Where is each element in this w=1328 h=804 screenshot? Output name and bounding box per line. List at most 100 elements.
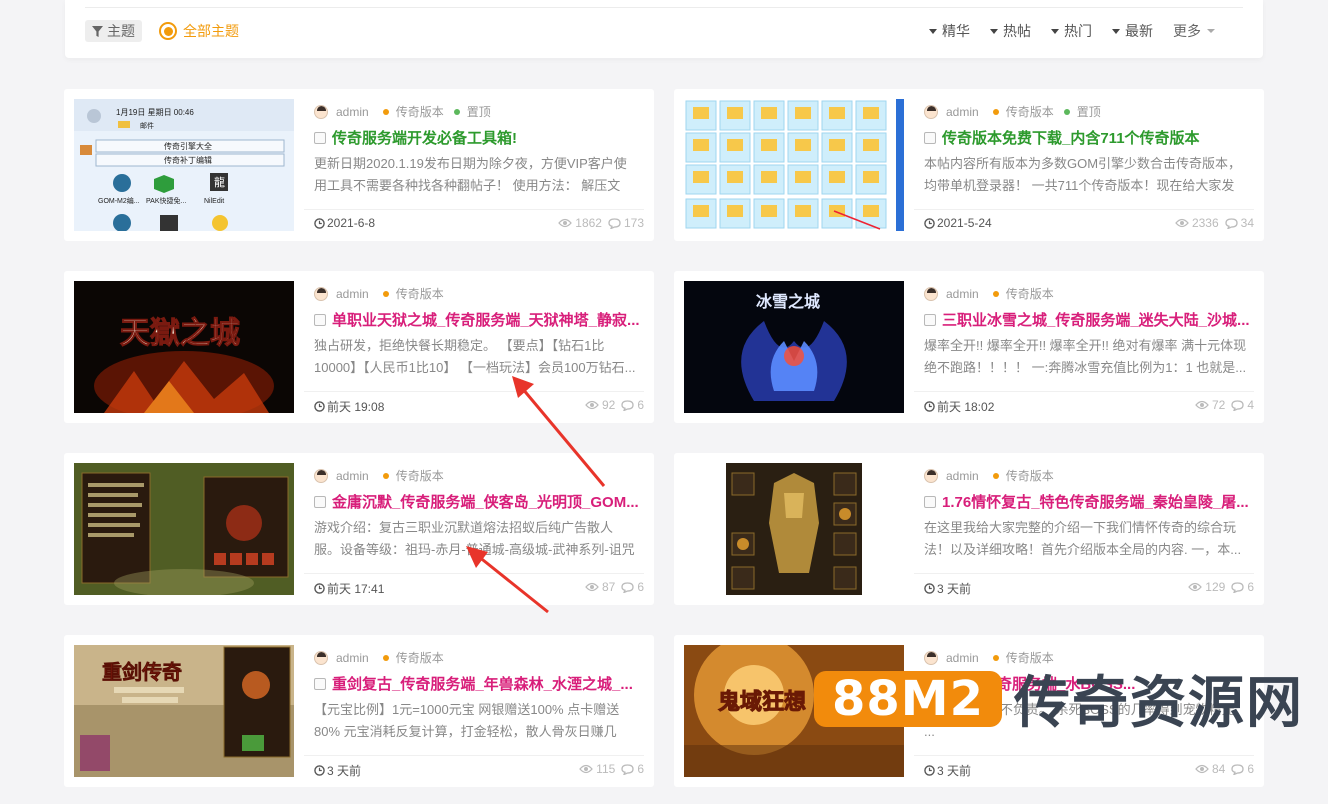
clock-icon — [924, 583, 935, 594]
sort-label: 最新 — [1125, 23, 1153, 39]
post-stats: 1862 173 — [558, 216, 644, 230]
post-excerpt: 游戏介绍：复古三职业沉默道熔法招蚁后纯广告散人服。设备等级：祖玛-赤月-普通城-… — [314, 520, 635, 557]
post-info: admin 传奇版本 重剑复古_传奇服务端_年兽森林_水湮之城_... 【元宝比… — [304, 635, 644, 787]
sort-hot-posts[interactable]: 热帖 — [990, 20, 1031, 42]
views-stat: 72 — [1195, 398, 1225, 412]
post-card: 天獄之城 admin 传奇版本 单职业天狱之城_传奇服务端_天狱神塔_静寂...… — [64, 271, 654, 423]
sort-latest[interactable]: 最新 — [1112, 20, 1153, 42]
post-title-link[interactable]: 单职业天狱之城_传奇服务端_天狱神塔_静寂... — [314, 309, 644, 330]
sticky-dot-icon — [1063, 108, 1070, 115]
post-excerpt: 爆率全开!! 爆率全开!! 爆率全开!! 绝对有爆率 满十元体现绝不跑路！！！！… — [924, 338, 1247, 375]
avatar[interactable] — [924, 468, 938, 483]
comments-stat: 34 — [1224, 216, 1254, 230]
post-thumbnail[interactable]: 天獄之城 — [74, 281, 294, 413]
checkbox-icon — [314, 131, 326, 144]
sort-digest[interactable]: 精华 — [929, 20, 970, 42]
category-link[interactable]: 传奇版本 — [396, 103, 444, 120]
caret-down-icon — [990, 28, 998, 34]
post-thumbnail[interactable] — [74, 463, 294, 595]
post-footer: 3 天前 115 6 — [304, 755, 644, 778]
eye-icon — [1195, 764, 1209, 774]
post-date: 前天 18:02 — [924, 398, 994, 415]
post-date: 2021-5-24 — [924, 216, 992, 230]
category-dot-icon — [382, 472, 389, 479]
game-logo-text: 冰雪之城 — [756, 292, 820, 311]
views-stat: 2336 — [1175, 216, 1219, 230]
author-link[interactable]: admin — [946, 105, 979, 119]
caret-down-icon — [1051, 28, 1059, 34]
views-count: 129 — [1205, 580, 1226, 594]
post-thumbnail[interactable] — [684, 463, 904, 595]
author-link[interactable]: admin — [336, 105, 369, 119]
sort-popular[interactable]: 热门 — [1051, 20, 1092, 42]
character-equipment-image — [684, 463, 904, 595]
post-title-link[interactable]: 1.76情怀复古_特色传奇服务端_秦始皇陵_屠... — [924, 491, 1254, 512]
folder-grid-image — [684, 99, 904, 231]
comments-count: 173 — [623, 216, 644, 230]
category-link[interactable]: 传奇版本 — [1006, 285, 1054, 302]
post-thumbnail[interactable]: 冰雪之城 — [684, 281, 904, 413]
watermark-text: 传奇资源网 — [1013, 671, 1304, 734]
avatar[interactable] — [314, 468, 328, 483]
date-text: 3 天前 — [937, 582, 972, 596]
post-meta: admin 传奇版本 — [924, 467, 1054, 484]
avatar[interactable] — [314, 650, 328, 665]
post-info: admin 传奇版本 单职业天狱之城_传奇服务端_天狱神塔_静寂... 独占研发… — [304, 271, 644, 423]
clock-icon — [924, 217, 935, 229]
post-title-link[interactable]: 传奇服务端开发必备工具箱! — [314, 127, 644, 148]
comments-count: 6 — [1247, 762, 1254, 776]
post-stats: 84 6 — [1195, 762, 1254, 776]
comments-stat: 6 — [1231, 580, 1254, 594]
post-title-link[interactable]: 金庸沉默_传奇服务端_侠客岛_光明顶_GOM... — [314, 491, 644, 512]
all-topics-option[interactable]: 全部主题 — [159, 20, 239, 42]
category-link[interactable]: 传奇版本 — [396, 285, 444, 302]
category-dot-icon — [992, 290, 999, 297]
category-link[interactable]: 传奇版本 — [396, 467, 444, 484]
avatar[interactable] — [314, 286, 328, 301]
game-logo-text: 重剑传奇 — [102, 660, 182, 684]
category-link[interactable]: 传奇版本 — [1006, 103, 1054, 120]
post-title-link[interactable]: 重剑复古_传奇服务端_年兽森林_水湮之城_... — [314, 673, 644, 694]
checkbox-icon — [314, 677, 326, 690]
post-thumbnail[interactable] — [684, 99, 904, 231]
author-link[interactable]: admin — [336, 469, 369, 483]
views-stat: 115 — [579, 762, 615, 776]
post-meta: admin 传奇版本 — [314, 649, 444, 666]
post-stats: 2336 34 — [1175, 216, 1254, 230]
topic-filter-tag[interactable]: 主题 — [85, 20, 142, 42]
date-text: 前天 17:41 — [327, 582, 385, 596]
app-label: GOM-M2编... — [98, 196, 140, 205]
author-link[interactable]: admin — [336, 651, 369, 665]
category-link[interactable]: 传奇版本 — [396, 649, 444, 666]
sticky-badge: 置顶 — [1076, 105, 1101, 119]
checkbox-icon — [924, 313, 936, 326]
post-title-link[interactable]: 三职业冰雪之城_传奇服务端_迷失大陆_沙城... — [924, 309, 1254, 330]
post-stats: 115 6 — [579, 762, 644, 776]
author-link[interactable]: admin — [336, 287, 369, 301]
views-count: 2336 — [1191, 216, 1219, 230]
clock-icon — [314, 217, 325, 229]
views-count: 84 — [1211, 762, 1226, 776]
clock-icon — [314, 765, 325, 776]
eye-icon — [585, 400, 599, 410]
game-logo-text: 天獄之城 — [120, 316, 240, 350]
category-link[interactable]: 传奇版本 — [1006, 467, 1054, 484]
post-meta: admin 传奇版本 — [924, 285, 1054, 302]
checkbox-icon — [314, 495, 326, 508]
post-meta: admin 传奇版本 置顶 — [314, 103, 491, 120]
post-footer: 前天 18:02 72 4 — [914, 391, 1254, 414]
post-title-link[interactable]: 传奇版本免费下载_内含711个传奇版本 — [924, 127, 1254, 148]
checkbox-icon — [924, 131, 936, 144]
avatar[interactable] — [924, 104, 938, 119]
author-link[interactable]: admin — [946, 469, 979, 483]
post-thumbnail[interactable]: 重剑传奇 — [74, 645, 294, 777]
avatar[interactable] — [314, 104, 328, 119]
author-link[interactable]: admin — [946, 287, 979, 301]
eye-icon — [585, 582, 599, 592]
sticky-dot-icon — [453, 108, 460, 115]
post-thumbnail[interactable]: 1月19日 星期日 00:46 邮件 传奇引擎大全 传奇补丁编辑 龍 GOM-M… — [74, 99, 294, 231]
game-ui-screenshot-image — [74, 463, 294, 595]
avatar[interactable] — [924, 286, 938, 301]
sort-more-dropdown[interactable]: 更多 — [1173, 20, 1215, 42]
post-footer: 前天 17:41 87 6 — [304, 573, 644, 596]
